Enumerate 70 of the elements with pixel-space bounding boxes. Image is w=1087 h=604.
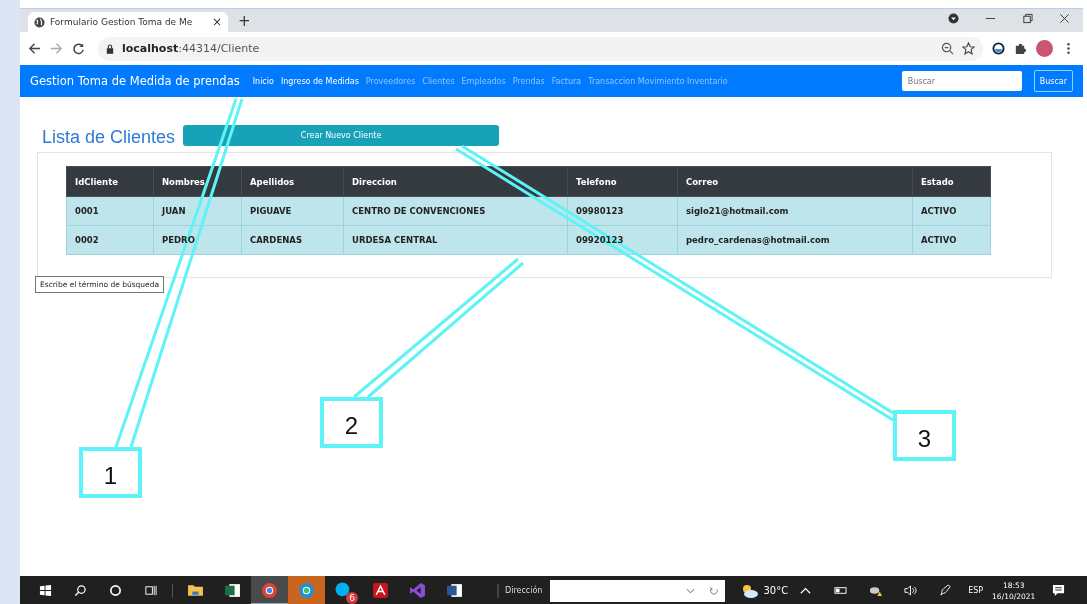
create-client-button[interactable]: Crear Nuevo Cliente: [183, 124, 500, 146]
table-cell: PIGUAVE: [241, 196, 344, 226]
callout-number: 3: [893, 410, 956, 461]
taskbar-app[interactable]: 6: [325, 576, 362, 604]
restore-icon[interactable]: [1022, 12, 1033, 24]
column-header: IdCliente: [66, 166, 154, 197]
folder-icon: [187, 582, 204, 599]
search-field[interactable]: Buscar: [901, 71, 1022, 91]
column-header: Correo: [677, 166, 913, 197]
page-title: Lista de Clientes: [42, 127, 176, 148]
table-cell: siglo21@hotmail.com: [677, 196, 913, 226]
table-cell: URDESA CENTRAL: [343, 225, 568, 255]
nav-link[interactable]: Empleados: [461, 76, 506, 86]
reload-icon[interactable]: [72, 42, 85, 55]
callout-number: 1: [79, 447, 142, 498]
star-icon[interactable]: [962, 42, 975, 55]
task-view-icon[interactable]: [144, 584, 157, 597]
search-icon[interactable]: [74, 584, 87, 597]
nav-link[interactable]: Proveedores: [365, 76, 416, 86]
profile-menu-icon[interactable]: [948, 12, 959, 24]
cortana-icon[interactable]: [109, 584, 122, 597]
windows-start-icon[interactable]: [39, 584, 52, 597]
callout-number: 2: [320, 397, 383, 448]
notification-badge: 6: [346, 592, 358, 604]
notification-icon[interactable]: [1052, 584, 1066, 597]
network-warning-icon[interactable]: [869, 584, 883, 597]
close-icon[interactable]: [1059, 12, 1070, 24]
extension-icon[interactable]: [992, 42, 1005, 55]
table-cell: CARDENAS: [241, 225, 344, 255]
language-indicator[interactable]: ESP: [968, 586, 984, 595]
nav-link[interactable]: Factura: [551, 76, 582, 86]
puzzle-icon[interactable]: [1014, 42, 1027, 55]
column-header: Nombres: [153, 166, 242, 197]
profile-avatar[interactable]: [1036, 40, 1053, 57]
text-document-icon: [446, 582, 463, 599]
pen-icon[interactable]: [939, 584, 953, 597]
back-icon[interactable]: [28, 42, 41, 55]
tab-title: Formulario Gestion Toma de Me: [50, 17, 194, 27]
spreadsheet-icon: [224, 582, 241, 599]
zoom-out-icon[interactable]: [941, 42, 954, 55]
column-header: Direccion: [343, 166, 568, 197]
dropdown-caret-icon[interactable]: [686, 587, 696, 594]
close-tab-button[interactable]: ×: [211, 15, 222, 29]
browser-tab[interactable]: Formulario Gestion Toma de Me ×: [28, 12, 228, 32]
nav-link[interactable]: Prendas: [512, 76, 545, 86]
nav-link[interactable]: Inicio: [252, 76, 274, 86]
table-cell: 0001: [66, 196, 154, 226]
address-field[interactable]: [550, 579, 726, 602]
document-app-icon: [372, 582, 389, 599]
address-toolbar-label: Dirección: [505, 586, 543, 595]
browser-icon: [261, 582, 278, 599]
battery-icon[interactable]: [834, 584, 848, 597]
address-bar[interactable]: localhost:44314/Cliente: [98, 36, 983, 61]
search-button[interactable]: Buscar: [1033, 70, 1073, 92]
column-header: Estado: [912, 166, 991, 197]
column-header: Telefono: [567, 166, 678, 197]
lock-icon: [106, 43, 114, 54]
table-cell: 0002: [66, 225, 154, 255]
brand-link[interactable]: Gestion Toma de Medida de prendas: [30, 74, 240, 88]
table-cell: pedro_cardenas@hotmail.com: [677, 225, 913, 255]
column-header: Apellidos: [241, 166, 344, 197]
table-cell: ACTIVO: [912, 225, 991, 255]
nav-link[interactable]: Transaccion Movimiento Inventario: [588, 76, 728, 86]
nav-link[interactable]: Ingreso de Medidas: [280, 76, 359, 86]
nav-link[interactable]: Clientes: [422, 76, 455, 86]
table-cell: ACTIVO: [912, 196, 991, 226]
temperature-text: 30°C: [763, 585, 789, 596]
speaker-icon[interactable]: [904, 584, 918, 597]
refresh-icon[interactable]: [709, 585, 720, 596]
new-tab-button[interactable]: +: [238, 12, 251, 30]
